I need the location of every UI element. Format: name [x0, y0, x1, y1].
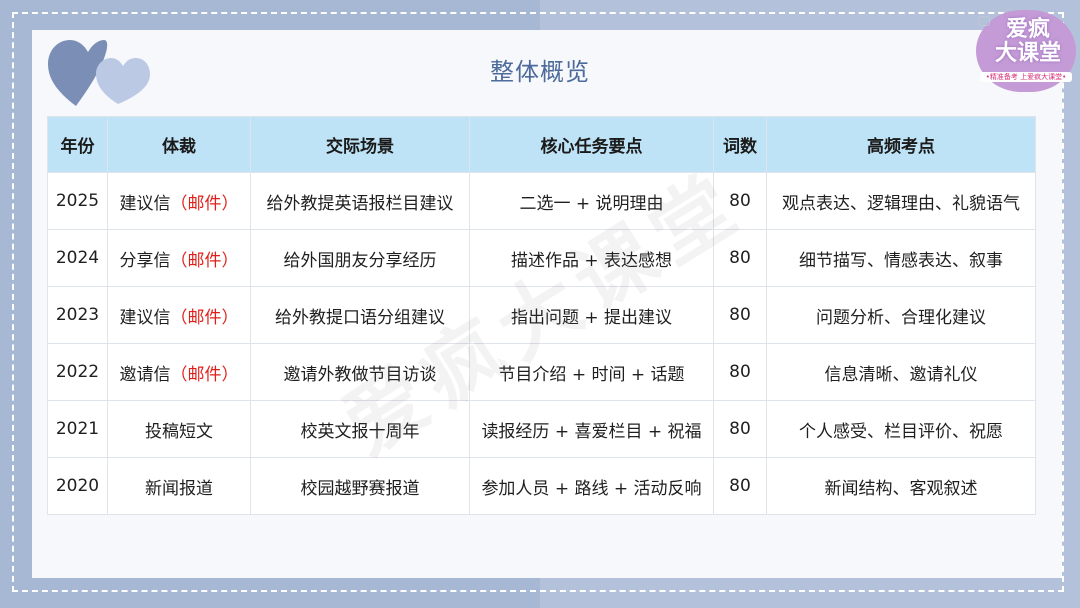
- genre-text: 建议信: [119, 307, 171, 328]
- cell-genre: 建议信（邮件）: [107, 286, 251, 344]
- cell-year: 2023: [47, 286, 108, 344]
- cell-words: 80: [713, 343, 767, 401]
- genre-note: （邮件）: [170, 250, 239, 271]
- cell-year: 2024: [47, 229, 108, 287]
- genre-text: 建议信: [119, 193, 171, 214]
- cell-tasks: 读报经历 + 喜爱栏目 + 祝福: [469, 400, 714, 458]
- brand-logo: 爱疯 大课堂 •精准备考 上爱疯大课堂•: [976, 10, 1076, 92]
- genre-text: 分享信: [119, 250, 171, 271]
- genre-note: （邮件）: [170, 193, 239, 214]
- cell-year: 2022: [47, 343, 108, 401]
- cell-focus: 个人感受、栏目评价、祝愿: [766, 400, 1036, 458]
- genre-text: 投稿短文: [145, 421, 213, 442]
- genre-text: 新闻报道: [145, 478, 213, 499]
- cell-scene: 校园越野赛报道: [250, 457, 470, 515]
- cell-tasks: 描述作品 + 表达感想: [469, 229, 714, 287]
- cell-genre: 分享信（邮件）: [107, 229, 251, 287]
- cell-words: 80: [713, 172, 767, 230]
- overview-table: 年份 体裁 交际场景 核心任务要点 词数 高频考点 2025 建议信（邮件） 给…: [47, 116, 1036, 515]
- genre-note: （邮件）: [170, 307, 239, 328]
- cell-focus: 信息清晰、邀请礼仪: [766, 343, 1036, 401]
- header-focus: 高频考点: [766, 116, 1036, 173]
- header-scene: 交际场景: [250, 116, 470, 173]
- cell-scene: 给外教提口语分组建议: [250, 286, 470, 344]
- genre-text: 邀请信: [119, 364, 171, 385]
- cell-words: 80: [713, 286, 767, 344]
- cell-genre: 邀请信（邮件）: [107, 343, 251, 401]
- cell-genre: 建议信（邮件）: [107, 172, 251, 230]
- table-row: 2023 建议信（邮件） 给外教提口语分组建议 指出问题 + 提出建议 80 问…: [47, 286, 1036, 344]
- cell-focus: 细节描写、情感表达、叙事: [766, 229, 1036, 287]
- cell-year: 2025: [47, 172, 108, 230]
- cell-genre: 投稿短文: [107, 400, 251, 458]
- cell-tasks: 二选一 + 说明理由: [469, 172, 714, 230]
- cell-year: 2021: [47, 400, 108, 458]
- genre-note: （邮件）: [170, 364, 239, 385]
- header-words: 词数: [713, 116, 767, 173]
- cell-scene: 给外教提英语报栏目建议: [250, 172, 470, 230]
- logo-slogan: •精准备考 上爱疯大课堂•: [980, 72, 1072, 82]
- cell-genre: 新闻报道: [107, 457, 251, 515]
- table-header-row: 年份 体裁 交际场景 核心任务要点 词数 高频考点: [47, 116, 1036, 173]
- table-row: 2020 新闻报道 校园越野赛报道 参加人员 + 路线 + 活动反响 80 新闻…: [47, 457, 1036, 515]
- table-row: 2022 邀请信（邮件） 邀请外教做节目访谈 节目介绍 + 时间 + 话题 80…: [47, 343, 1036, 401]
- logo-text-line1: 爱疯: [1005, 17, 1050, 42]
- cell-tasks: 节目介绍 + 时间 + 话题: [469, 343, 714, 401]
- header-genre: 体裁: [107, 116, 251, 173]
- table-row: 2025 建议信（邮件） 给外教提英语报栏目建议 二选一 + 说明理由 80 观…: [47, 172, 1036, 230]
- cell-scene: 校英文报十周年: [250, 400, 470, 458]
- cell-scene: 邀请外教做节目访谈: [250, 343, 470, 401]
- table-row: 2021 投稿短文 校英文报十周年 读报经历 + 喜爱栏目 + 祝福 80 个人…: [47, 400, 1036, 458]
- cell-words: 80: [713, 400, 767, 458]
- cell-words: 80: [713, 457, 767, 515]
- cell-focus: 问题分析、合理化建议: [766, 286, 1036, 344]
- cell-tasks: 参加人员 + 路线 + 活动反响: [469, 457, 714, 515]
- cell-words: 80: [713, 229, 767, 287]
- cell-year: 2020: [47, 457, 108, 515]
- header-year: 年份: [47, 116, 108, 173]
- header-tasks: 核心任务要点: [469, 116, 714, 173]
- cell-focus: 观点表达、逻辑理由、礼貌语气: [766, 172, 1036, 230]
- logo-text-line2: 大课堂: [994, 41, 1061, 66]
- cell-focus: 新闻结构、客观叙述: [766, 457, 1036, 515]
- cell-tasks: 指出问题 + 提出建议: [469, 286, 714, 344]
- cell-scene: 给外国朋友分享经历: [250, 229, 470, 287]
- table-row: 2024 分享信（邮件） 给外国朋友分享经历 描述作品 + 表达感想 80 细节…: [47, 229, 1036, 287]
- page-title: 整体概览: [490, 58, 590, 86]
